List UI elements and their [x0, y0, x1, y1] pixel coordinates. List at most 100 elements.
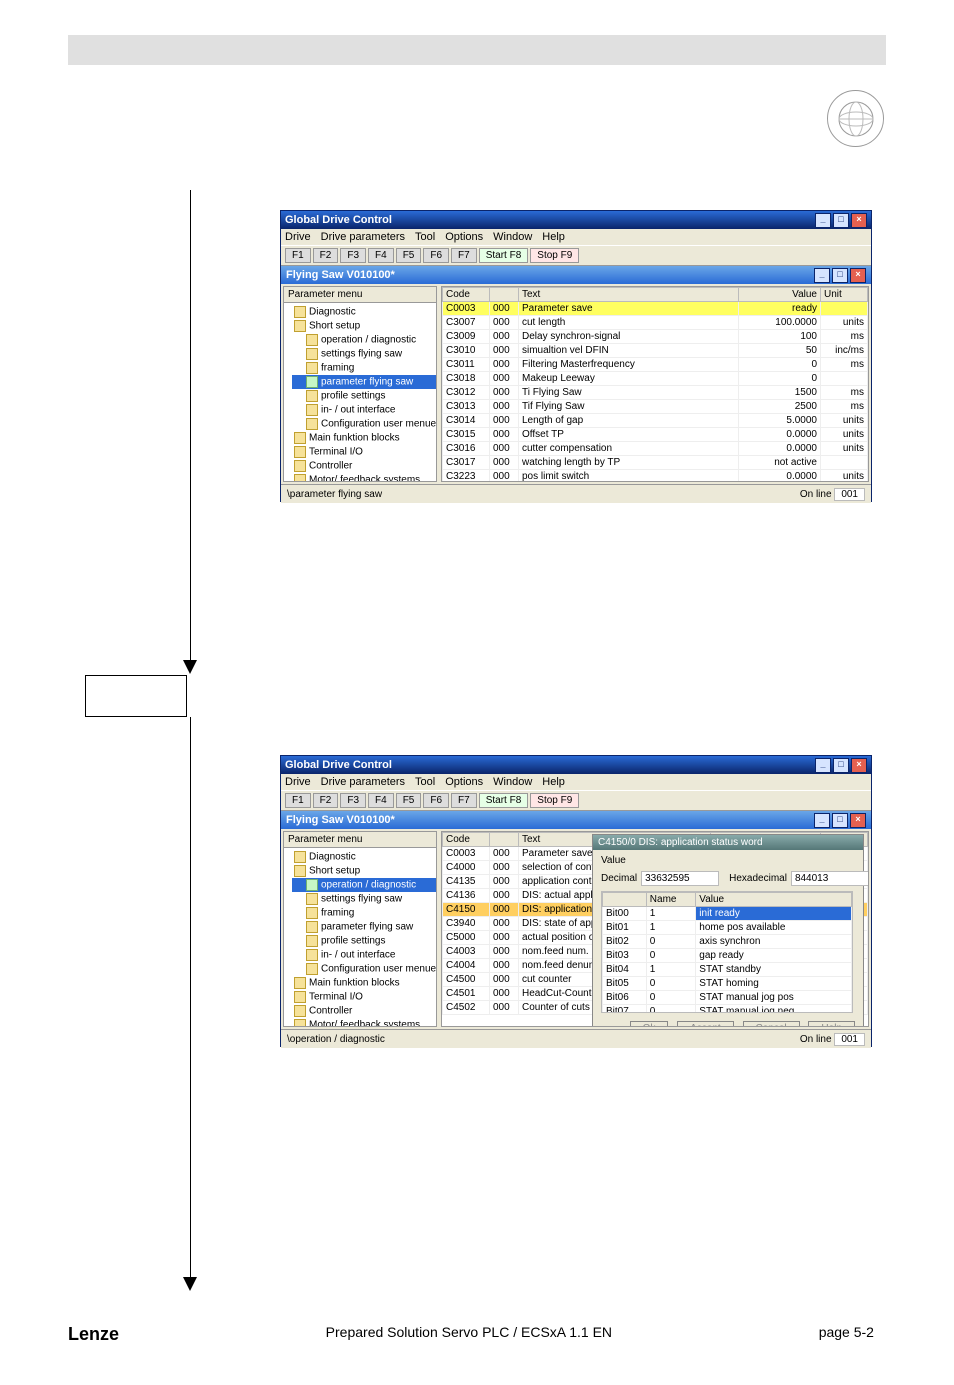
col-header[interactable]: Value [738, 288, 820, 302]
col-header[interactable]: Code [443, 833, 490, 847]
tb-f3[interactable]: F3 [340, 248, 366, 263]
parameter-tree[interactable]: Parameter menu DiagnosticShort setupoper… [283, 286, 437, 482]
bit-list[interactable]: NameValueBit001init readyBit011home pos … [601, 891, 853, 1013]
tree-item[interactable]: Motor/ feedback systems [292, 473, 436, 482]
toolbar[interactable]: F1F2F3F4F5F6F7Start F8Stop F9 [281, 790, 871, 811]
minimize-icon[interactable]: _ [815, 213, 831, 228]
window-controls[interactable]: _□× [813, 758, 867, 773]
tree-item[interactable]: Diagnostic [292, 305, 436, 319]
tb-f1[interactable]: F1 [285, 248, 311, 263]
child-max-icon[interactable]: □ [832, 268, 848, 283]
table-row[interactable]: C3011000Filtering Masterfrequency0ms [443, 358, 868, 372]
hex-field[interactable] [791, 871, 869, 886]
child-max-icon[interactable]: □ [832, 813, 848, 828]
tree-item[interactable]: Diagnostic [292, 850, 436, 864]
help-button[interactable]: Help [808, 1021, 855, 1027]
table-row[interactable]: C3013000Tif Flying Saw2500ms [443, 400, 868, 414]
tb-stop-f9[interactable]: Stop F9 [530, 248, 579, 263]
menubar[interactable]: DriveDrive parametersToolOptionsWindowHe… [281, 774, 871, 790]
menu-tool[interactable]: Tool [415, 776, 435, 788]
tb-f5[interactable]: F5 [396, 248, 422, 263]
tree-item[interactable]: Main funktion blocks [292, 431, 436, 445]
bit-row[interactable]: Bit050STAT homing [603, 977, 852, 991]
tree-item[interactable]: settings flying saw [292, 347, 436, 361]
close-icon[interactable]: × [851, 758, 867, 773]
bit-row[interactable]: Bit020axis synchron [603, 935, 852, 949]
table-row[interactable]: C3012000Ti Flying Saw1500ms [443, 386, 868, 400]
tree-item[interactable]: Terminal I/O [292, 445, 436, 459]
menu-drive-parameters[interactable]: Drive parameters [321, 231, 405, 243]
col-header[interactable]: Text [519, 288, 739, 302]
bit-row[interactable]: Bit001init ready [603, 907, 852, 921]
table-row[interactable]: C0003000Parameter saveready [443, 302, 868, 316]
tree-item[interactable]: operation / diagnostic [292, 333, 436, 347]
menu-window[interactable]: Window [493, 776, 532, 788]
tree-item[interactable]: Configuration user menue [292, 962, 436, 976]
menu-window[interactable]: Window [493, 231, 532, 243]
bit-row[interactable]: Bit070STAT manual jog neg [603, 1005, 852, 1014]
tree-item[interactable]: Controller [292, 1004, 436, 1018]
decimal-field[interactable] [641, 871, 719, 886]
cancel-button[interactable]: Cancel [743, 1021, 800, 1027]
tb-start-f8[interactable]: Start F8 [479, 248, 529, 263]
table-row[interactable]: C3017000watching length by TPnot active [443, 456, 868, 470]
tb-f1[interactable]: F1 [285, 793, 311, 808]
col-header[interactable] [490, 288, 519, 302]
table-row[interactable]: C3009000Delay synchron-signal100ms [443, 330, 868, 344]
tree-item[interactable]: Motor/ feedback systems [292, 1018, 436, 1027]
close-icon[interactable]: × [851, 213, 867, 228]
child-close-icon[interactable]: × [850, 813, 866, 828]
titlebar[interactable]: Global Drive Control _□× [281, 211, 871, 229]
table-row[interactable]: C3010000simualtion vel DFIN50inc/ms [443, 344, 868, 358]
bit-row[interactable]: Bit011home pos available [603, 921, 852, 935]
toolbar[interactable]: F1F2F3F4F5F6F7Start F8Stop F9 [281, 245, 871, 266]
table-row[interactable]: C3014000Length of gap5.0000units [443, 414, 868, 428]
tree-item[interactable]: settings flying saw [292, 892, 436, 906]
minimize-icon[interactable]: _ [815, 758, 831, 773]
col-header[interactable] [490, 833, 519, 847]
tb-f6[interactable]: F6 [423, 248, 449, 263]
tb-f7[interactable]: F7 [451, 248, 477, 263]
tb-f2[interactable]: F2 [313, 248, 339, 263]
parameter-grid[interactable]: Code TextValueUnitC0003000Parameter saver… [441, 286, 869, 482]
child-close-icon[interactable]: × [850, 268, 866, 283]
tree-item[interactable]: in- / out interface [292, 403, 436, 417]
menu-options[interactable]: Options [445, 776, 483, 788]
tree-item[interactable]: in- / out interface [292, 948, 436, 962]
col-header[interactable]: Unit [821, 288, 868, 302]
child-min-icon[interactable]: _ [814, 268, 830, 283]
menu-drive[interactable]: Drive [285, 231, 311, 243]
tree-item[interactable]: framing [292, 361, 436, 375]
tb-f4[interactable]: F4 [368, 248, 394, 263]
menu-drive-parameters[interactable]: Drive parameters [321, 776, 405, 788]
menu-drive[interactable]: Drive [285, 776, 311, 788]
ok-button[interactable]: Ok [630, 1021, 669, 1027]
window-controls[interactable]: _□× [813, 213, 867, 228]
tb-f2[interactable]: F2 [313, 793, 339, 808]
tree-item[interactable]: Short setup [292, 319, 436, 333]
titlebar[interactable]: Global Drive Control _□× [281, 756, 871, 774]
menubar[interactable]: Drive Drive parameters Tool Options Window He… [281, 229, 871, 245]
tb-stop-f9[interactable]: Stop F9 [530, 793, 579, 808]
bit-row[interactable]: Bit030gap ready [603, 949, 852, 963]
tb-f7[interactable]: F7 [451, 793, 477, 808]
col-header[interactable]: Code [443, 288, 490, 302]
table-row[interactable]: C3018000Makeup Leeway0 [443, 372, 868, 386]
parameter-grid[interactable]: CodeTextValueUnitC0003000Parameter saver… [441, 831, 869, 1027]
bit-row[interactable]: Bit060STAT manual jog pos [603, 991, 852, 1005]
menu-options[interactable]: Options [445, 231, 483, 243]
tb-f5[interactable]: F5 [396, 793, 422, 808]
tree-item[interactable]: framing [292, 906, 436, 920]
tree-item[interactable]: Controller [292, 459, 436, 473]
table-row[interactable]: C3016000cutter compensation0.0000units [443, 442, 868, 456]
parameter-tree[interactable]: Parameter menu DiagnosticShort setupoper… [283, 831, 437, 1027]
maximize-icon[interactable]: □ [833, 213, 849, 228]
tree-item[interactable]: profile settings [292, 389, 436, 403]
tree-item[interactable]: Main funktion blocks [292, 976, 436, 990]
tb-f6[interactable]: F6 [423, 793, 449, 808]
tree-item[interactable]: profile settings [292, 934, 436, 948]
menu-tool[interactable]: Tool [415, 231, 435, 243]
menu-help[interactable]: Help [542, 231, 565, 243]
maximize-icon[interactable]: □ [833, 758, 849, 773]
tb-start-f8[interactable]: Start F8 [479, 793, 529, 808]
